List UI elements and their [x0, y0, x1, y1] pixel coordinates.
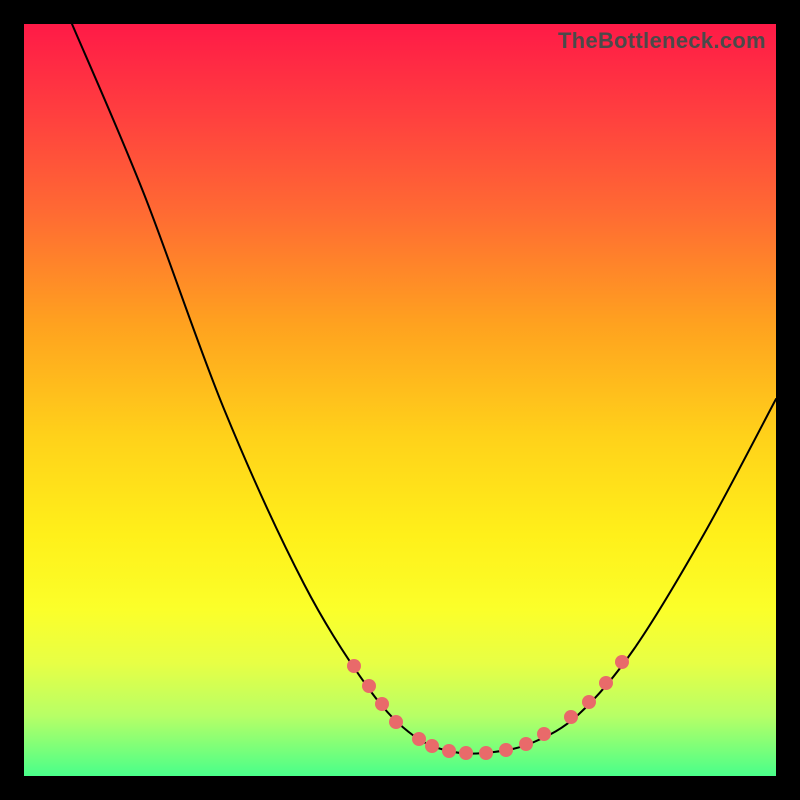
curve-dot	[347, 659, 361, 673]
curve-dot	[519, 737, 533, 751]
curve-dot	[564, 710, 578, 724]
curve-dot	[599, 676, 613, 690]
curve-dot	[425, 739, 439, 753]
curve-dot	[537, 727, 551, 741]
curve-line	[72, 24, 776, 754]
curve-dot	[412, 732, 426, 746]
curve-dots-group	[347, 655, 629, 760]
curve-dot	[442, 744, 456, 758]
curve-dot	[479, 746, 493, 760]
bottleneck-curve-chart	[24, 24, 776, 776]
chart-plot-area: TheBottleneck.com	[24, 24, 776, 776]
curve-dot	[389, 715, 403, 729]
curve-dot	[362, 679, 376, 693]
curve-dot	[615, 655, 629, 669]
curve-dot	[459, 746, 473, 760]
curve-dot	[375, 697, 389, 711]
curve-dot	[499, 743, 513, 757]
curve-dot	[582, 695, 596, 709]
